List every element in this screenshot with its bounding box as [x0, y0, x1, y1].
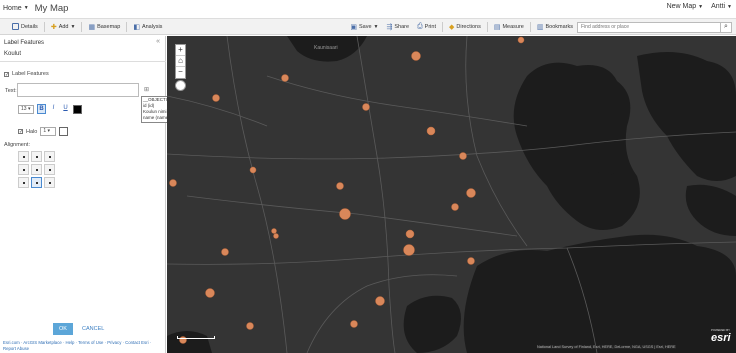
bookmarks-button[interactable]: ▥ Bookmarks — [533, 21, 577, 33]
divider — [486, 22, 488, 32]
zoom-in-button[interactable]: + — [176, 45, 185, 56]
place-label: Kaunisaari — [314, 45, 338, 51]
font-format-row: 13 ▾ B I U — [18, 104, 82, 114]
analysis-label: Analysis — [141, 23, 163, 30]
chevron-down-icon: ▼ — [698, 4, 704, 10]
home-menu[interactable]: Home ▼ — [3, 5, 29, 12]
ok-button[interactable]: OK — [53, 323, 73, 335]
layer-name: Koulut — [4, 51, 22, 57]
zoom-out-button[interactable]: − — [176, 67, 185, 78]
basemap-graphics — [167, 36, 736, 353]
align-bottom-right[interactable] — [44, 177, 55, 188]
font-size-select[interactable]: 13 ▾ — [18, 104, 34, 114]
details-label: Details — [21, 23, 38, 30]
label-features-checkbox-label: Label Features — [12, 71, 49, 77]
align-bottom-left[interactable] — [18, 177, 29, 188]
details-icon — [12, 23, 19, 30]
home-icon[interactable]: ⌂ — [176, 56, 185, 67]
label-text-input[interactable] — [17, 83, 139, 97]
search-input[interactable] — [577, 21, 721, 33]
underline-button[interactable]: U — [61, 104, 70, 114]
align-middle-right[interactable] — [44, 164, 55, 175]
divider — [441, 22, 443, 32]
print-icon: ⎙ — [417, 23, 423, 30]
chevron-down-icon: ▼ — [373, 24, 379, 30]
home-label: Home — [3, 4, 22, 12]
directions-button[interactable]: ◆ Directions — [445, 21, 485, 33]
bookmarks-icon: ▥ — [536, 24, 544, 31]
chevron-down-icon: ▼ — [23, 5, 29, 11]
top-header: Home ▼ My Map New Map ▼ Antti ▼ — [0, 0, 736, 16]
print-label: Print — [424, 24, 436, 30]
user-menu[interactable]: Antti ▼ — [711, 3, 732, 10]
label-features-panel: Label Features « Koulut ✓ Label Features… — [0, 36, 218, 353]
search-icon[interactable]: ⌕ — [721, 21, 732, 33]
analysis-icon: ◧ — [133, 23, 140, 31]
align-bottom-center[interactable] — [31, 177, 42, 188]
share-icon: ⇶ — [386, 24, 393, 31]
align-middle-center[interactable] — [31, 164, 42, 175]
add-button[interactable]: ✚ Add ▼ — [47, 21, 80, 33]
align-top-center[interactable] — [31, 151, 42, 162]
details-button[interactable]: Details — [8, 21, 42, 33]
text-label: Text: — [5, 88, 17, 94]
checkbox-icon: ✓ — [4, 71, 10, 78]
field-list-icon[interactable]: ⊞ — [144, 86, 149, 93]
zoom-control: + ⌂ − — [175, 44, 186, 79]
align-top-right[interactable] — [44, 151, 55, 162]
align-top-left[interactable] — [18, 151, 29, 162]
divider — [126, 21, 128, 32]
add-label: Add — [58, 23, 69, 30]
divider — [81, 21, 83, 32]
save-icon: ▣ — [350, 24, 357, 31]
water-areas — [167, 36, 736, 353]
divider — [529, 22, 531, 32]
italic-button[interactable]: I — [49, 104, 58, 114]
halo-color-swatch[interactable] — [59, 127, 69, 136]
toolbar: Details ✚ Add ▼ ▦ Basemap ◧ Analysis ▣ S… — [0, 18, 736, 35]
cancel-button[interactable]: CANCEL — [82, 326, 104, 332]
panel-title: Label Features — [4, 40, 45, 46]
map-attribution: National Land Survey of Finland, Esri, H… — [537, 345, 676, 349]
scale-bar — [177, 336, 215, 339]
basemap-icon: ▦ — [88, 23, 96, 31]
add-icon: ✚ — [50, 23, 57, 31]
chevron-down-icon: ▼ — [727, 4, 732, 10]
chevron-down-icon: ▼ — [70, 23, 76, 30]
divider — [0, 61, 166, 62]
measure-button[interactable]: ▤ Measure — [490, 21, 528, 33]
analysis-button[interactable]: ◧ Analysis — [129, 21, 166, 33]
halo-label: Halo — [26, 128, 38, 135]
map-title: My Map — [34, 2, 69, 14]
font-color-swatch[interactable] — [73, 104, 82, 114]
save-button[interactable]: ▣ Save ▼ — [346, 21, 382, 33]
collapse-icon[interactable]: « — [156, 38, 160, 45]
share-label: Share — [394, 24, 410, 30]
halo-row: ✓ Halo 1 ▾ — [18, 127, 69, 136]
basemap-button[interactable]: ▦ Basemap — [84, 21, 124, 33]
divider — [43, 21, 45, 32]
halo-size-select[interactable]: 1 ▾ — [40, 127, 57, 136]
new-map-menu[interactable]: New Map ▼ — [667, 3, 703, 10]
basemap-label: Basemap — [97, 23, 121, 30]
label-features-checkbox[interactable]: ✓ Label Features — [4, 71, 49, 77]
locate-button[interactable] — [175, 80, 186, 91]
alignment-grid — [18, 151, 55, 188]
save-label: Save — [359, 24, 372, 30]
directions-icon: ◆ — [448, 24, 455, 31]
align-middle-left[interactable] — [18, 164, 29, 175]
footer-links[interactable]: Esri.com · ArcGIS Marketplace · Help · T… — [3, 340, 163, 352]
halo-checkbox[interactable]: ✓ — [18, 129, 23, 135]
measure-icon: ▤ — [493, 24, 501, 31]
bookmarks-label: Bookmarks — [545, 24, 573, 30]
print-button[interactable]: ⎙ Print — [413, 21, 440, 33]
measure-label: Measure — [502, 24, 524, 30]
map-view[interactable]: Kaunisaari + ⌂ − National Land Survey of… — [167, 36, 736, 353]
share-button[interactable]: ⇶ Share — [383, 21, 414, 33]
bold-button[interactable]: B — [37, 104, 46, 114]
esri-logo: esri — [711, 332, 731, 344]
alignment-label: Alignment: — [4, 142, 30, 148]
directions-label: Directions — [456, 24, 481, 30]
